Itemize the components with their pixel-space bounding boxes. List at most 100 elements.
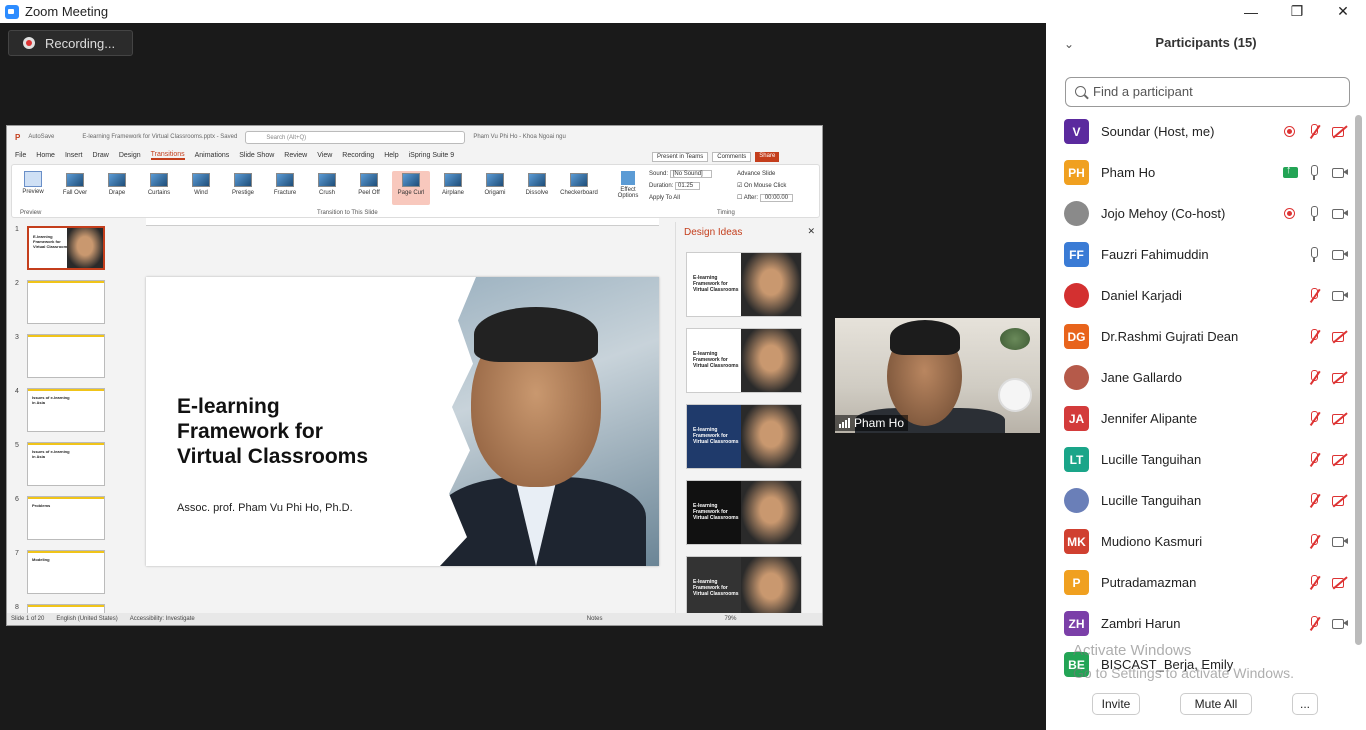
ppt-menu-design[interactable]: Design [119,152,141,159]
ppt-menu-help[interactable]: Help [384,152,398,159]
microphone-muted-icon[interactable] [1306,533,1323,550]
microphone-icon[interactable] [1306,205,1323,222]
ppt-menu-view[interactable]: View [317,152,332,159]
transition-crush[interactable]: Crush [308,171,346,205]
ppt-menu-insert[interactable]: Insert [65,152,83,159]
camera-off-icon[interactable] [1331,492,1348,509]
participant-list-scrollbar[interactable] [1355,115,1362,645]
share-button[interactable]: Share [755,152,780,162]
camera-icon[interactable] [1331,287,1348,304]
microphone-muted-icon[interactable] [1306,615,1323,632]
slide-thumbnail[interactable] [27,334,105,378]
camera-off-icon[interactable] [1331,123,1348,140]
participant-row[interactable]: ZH Zambri Harun [1046,603,1356,644]
transition-curtains[interactable]: Curtains [140,171,178,205]
after-checkbox[interactable]: ☐ After: 00:00.00 [737,192,794,204]
design-idea-thumbnail[interactable]: E-learning Framework for Virtual Classro… [686,556,802,621]
close-button[interactable]: ✕ [1320,0,1366,23]
design-idea-thumbnail[interactable]: E-learning Framework for Virtual Classro… [686,252,802,317]
microphone-muted-icon[interactable] [1306,369,1323,386]
ppt-menu-animations[interactable]: Animations [195,152,230,159]
slide-thumbnail[interactable]: Problems [27,496,105,540]
participant-row[interactable]: FF Fauzri Fahimuddin [1046,234,1356,275]
invite-button[interactable]: Invite [1092,693,1140,715]
microphone-muted-icon[interactable] [1306,328,1323,345]
camera-icon[interactable] [1331,615,1348,632]
slide-thumbnail[interactable]: Issues of e-learning in Asia [27,388,105,432]
ppt-menu-slide-show[interactable]: Slide Show [239,152,274,159]
participant-row[interactable]: PH Pham Ho [1046,152,1356,193]
duration-input[interactable]: 01.25 [675,182,701,190]
on-mouse-click-checkbox[interactable]: ☑ On Mouse Click [737,180,793,192]
participant-row[interactable]: JA Jennifer Alipante [1046,398,1356,439]
microphone-icon[interactable] [1306,164,1323,181]
minimize-button[interactable]: — [1228,0,1274,23]
participant-row[interactable]: Lucille Tanguihan [1046,480,1356,521]
present-in-teams-button[interactable]: Present in Teams [652,152,709,162]
camera-off-icon[interactable] [1331,369,1348,386]
ppt-menu-review[interactable]: Review [284,152,307,159]
transition-origami[interactable]: Origami [476,171,514,205]
camera-icon[interactable] [1331,164,1348,181]
preview-button[interactable]: Preview [18,171,48,195]
ppt-menu-ispring-suite-9[interactable]: iSpring Suite 9 [409,152,455,159]
participant-row[interactable]: V Soundar (Host, me) [1046,111,1356,152]
restore-button[interactable]: ❐ [1274,0,1320,23]
participant-row[interactable]: Daniel Karjadi [1046,275,1356,316]
recording-indicator[interactable]: Recording... [8,30,133,56]
microphone-icon[interactable] [1306,246,1323,263]
video-tile[interactable]: Pham Ho [835,318,1040,433]
close-icon[interactable]: ✕ [807,226,815,237]
sound-select[interactable]: [No Sound] [669,170,712,178]
slide-thumbnail[interactable]: Issues of e-learning in Asia [27,442,105,486]
participant-row[interactable]: MK Mudiono Kasmuri [1046,521,1356,562]
slide-thumbnail[interactable]: Modeling [27,550,105,594]
comments-button[interactable]: Comments [712,152,752,162]
design-idea-thumbnail[interactable]: E-learning Framework for Virtual Classro… [686,328,802,393]
participant-row[interactable]: P Putradamazman [1046,562,1356,603]
slide-thumbnail[interactable] [27,280,105,324]
ppt-menu-draw[interactable]: Draw [92,152,108,159]
camera-off-icon[interactable] [1331,451,1348,468]
ppt-search[interactable]: Search (Alt+Q) [245,130,466,144]
camera-off-icon[interactable] [1331,410,1348,427]
participant-row[interactable]: LT Lucille Tanguihan [1046,439,1356,480]
design-idea-thumbnail[interactable]: E-learning Framework for Virtual Classro… [686,404,802,469]
mute-all-button[interactable]: Mute All [1180,693,1252,715]
share-screen-icon[interactable] [1283,164,1298,178]
participant-row[interactable]: Jojo Mehoy (Co-host) [1046,193,1356,234]
transition-airplane[interactable]: Airplane [434,171,472,205]
design-idea-thumbnail[interactable]: E-learning Framework for Virtual Classro… [686,480,802,545]
notes-button[interactable]: Notes [587,616,603,622]
transition-checkerboard[interactable]: Checkerboard [560,171,598,205]
camera-icon[interactable] [1331,246,1348,263]
camera-off-icon[interactable] [1331,328,1348,345]
microphone-muted-icon[interactable] [1306,574,1323,591]
status-accessibility[interactable]: Accessibility: Investigate [130,616,195,622]
transition-fall-over[interactable]: Fall Over [56,171,94,205]
microphone-muted-icon[interactable] [1306,123,1323,140]
microphone-muted-icon[interactable] [1306,287,1323,304]
shared-screen-powerpoint[interactable]: P AutoSave E-learning Framework for Virt… [6,125,823,626]
microphone-muted-icon[interactable] [1306,492,1323,509]
microphone-muted-icon[interactable] [1306,410,1323,427]
camera-icon[interactable] [1331,533,1348,550]
microphone-muted-icon[interactable] [1306,451,1323,468]
transition-peel-off[interactable]: Peel Off [350,171,388,205]
more-button[interactable]: ... [1292,693,1318,715]
ppt-menu-recording[interactable]: Recording [342,152,374,159]
transition-page-curl[interactable]: Page Curl [392,171,430,205]
transition-dissolve[interactable]: Dissolve [518,171,556,205]
find-participant-input[interactable]: Find a participant [1065,77,1350,107]
camera-icon[interactable] [1331,205,1348,222]
ppt-menu-file[interactable]: File [15,152,26,159]
transition-wind[interactable]: Wind [182,171,220,205]
recording-icon[interactable] [1281,123,1298,140]
slide-thumbnail[interactable]: E-learning Framework for Virtual Classro… [27,226,105,270]
zoom-level[interactable]: 79% [724,616,736,622]
participant-row[interactable]: DG Dr.Rashmi Gujrati Dean [1046,316,1356,357]
recording-icon[interactable] [1281,205,1298,222]
ppt-menu-transitions[interactable]: Transitions [150,151,185,160]
main-slide[interactable]: E-learning Framework for Virtual Classro… [146,277,659,566]
effect-options-button[interactable]: Effect Options [615,171,641,199]
